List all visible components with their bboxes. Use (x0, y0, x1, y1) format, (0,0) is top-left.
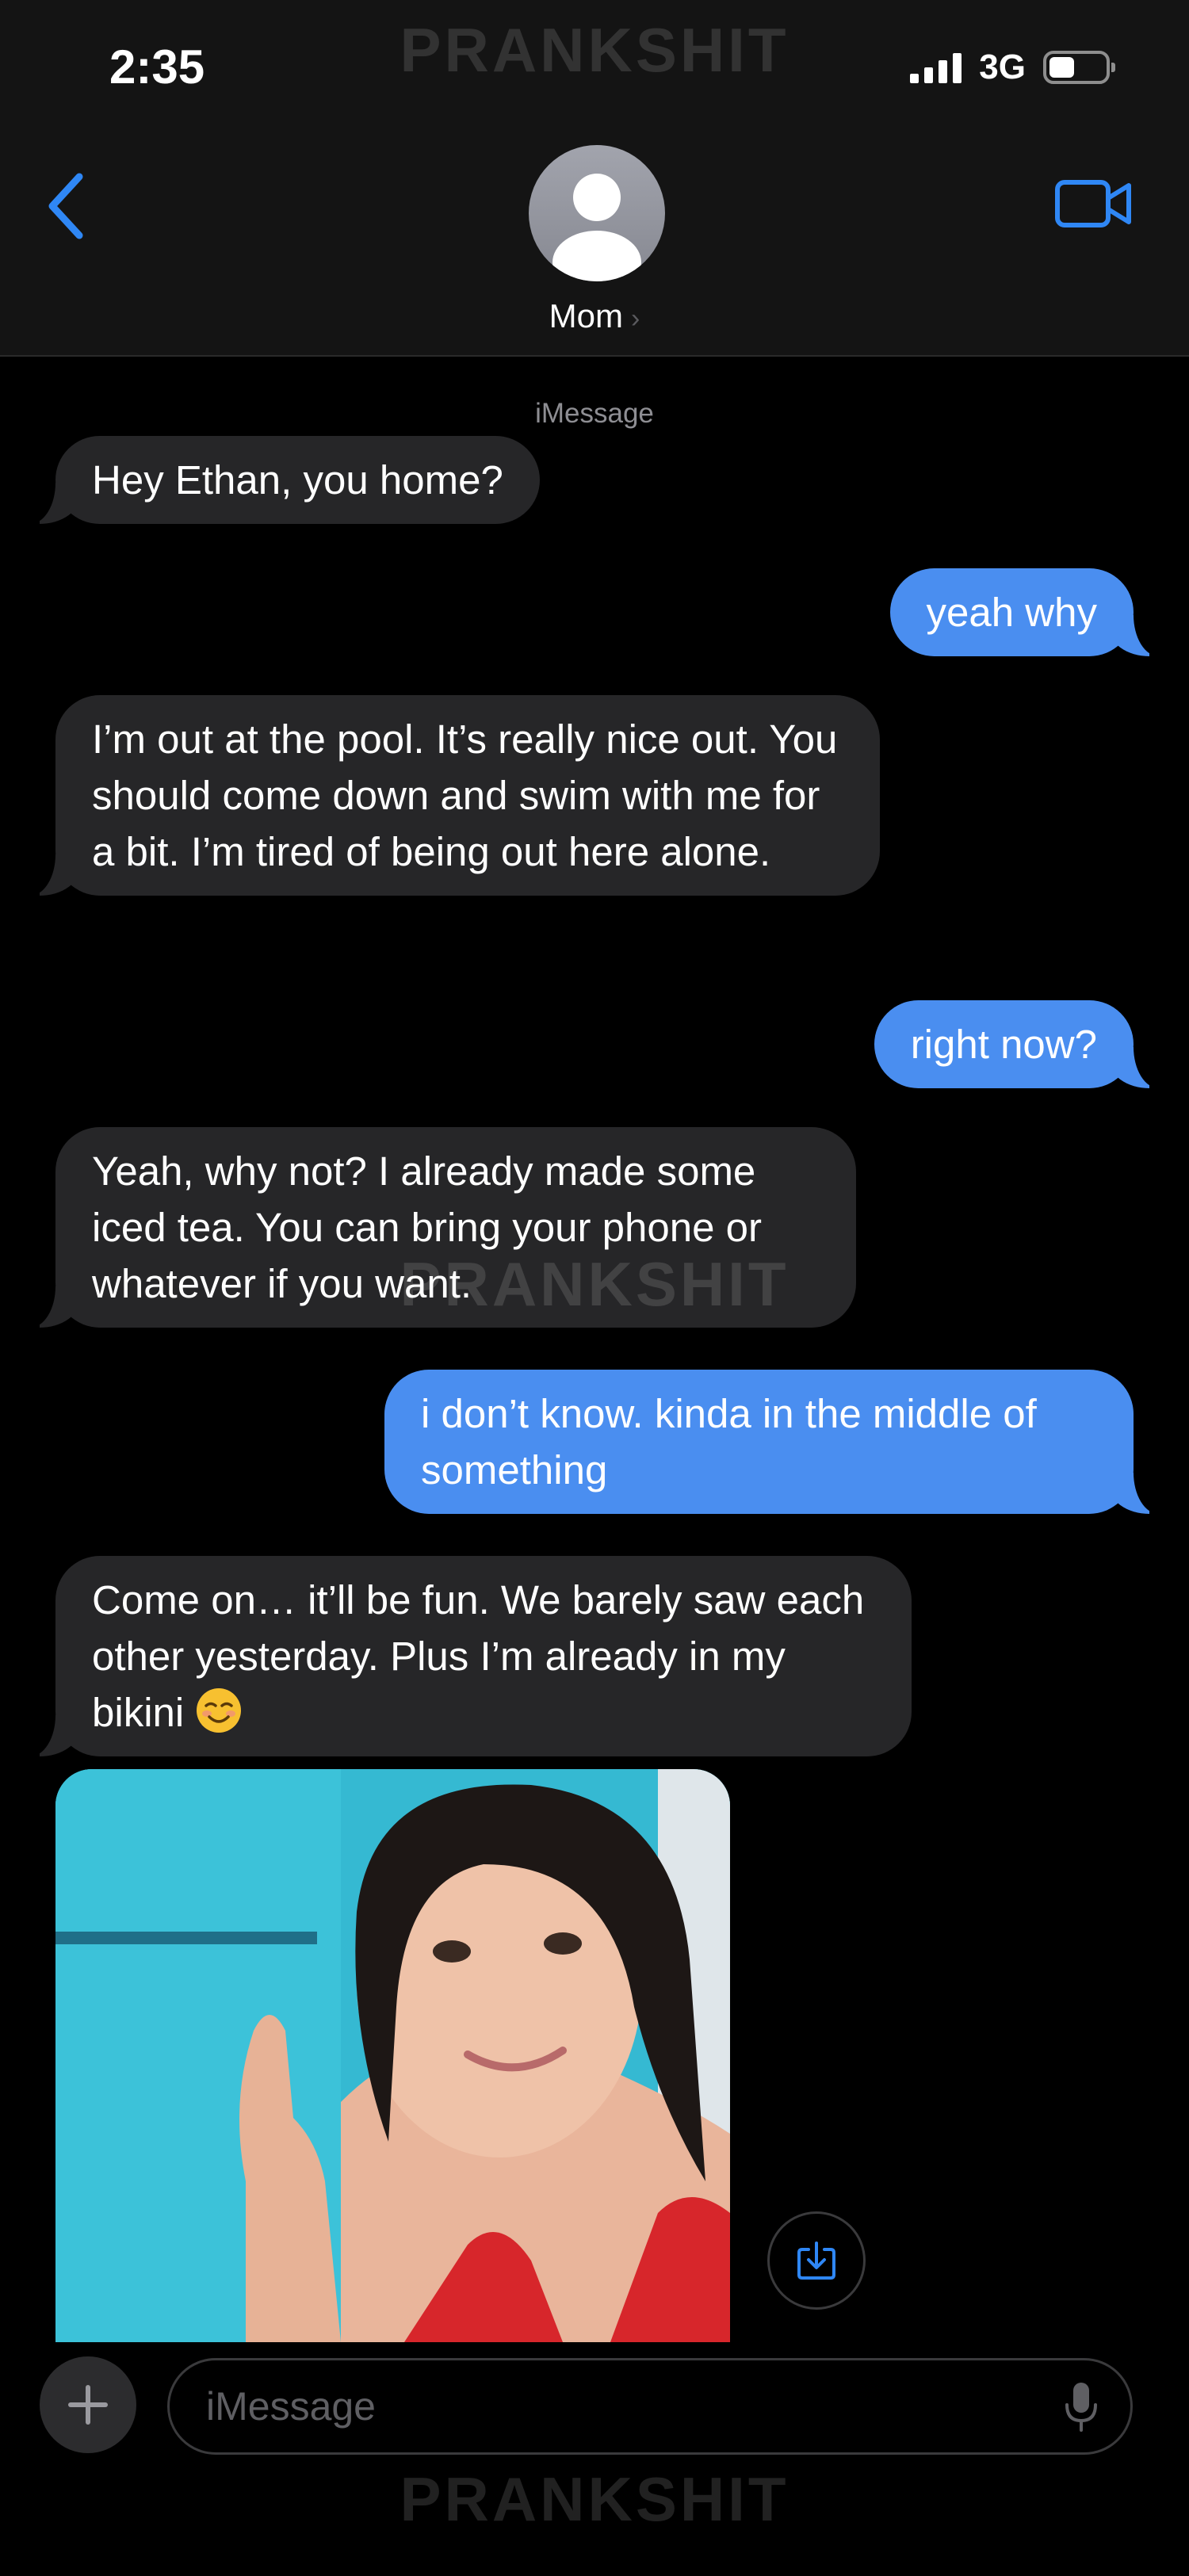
signal-icon (910, 52, 962, 83)
microphone-icon[interactable] (1064, 2381, 1099, 2433)
person-silhouette-icon (552, 174, 641, 281)
status-icons: 3G (910, 48, 1115, 87)
message-text: right now? (910, 1022, 1097, 1067)
battery-icon (1043, 51, 1115, 84)
download-icon (797, 2242, 835, 2280)
download-button[interactable] (767, 2211, 866, 2310)
compose-bar (0, 2342, 1189, 2576)
message-bubble-outgoing[interactable]: right now? (874, 1000, 1160, 1088)
contact-name: Mom (549, 297, 623, 334)
contact-avatar[interactable] (529, 145, 665, 281)
status-time: 2:35 (109, 40, 205, 94)
add-attachment-button[interactable] (40, 2356, 136, 2453)
message-text: Hey Ethan, you home? (92, 457, 503, 503)
message-input[interactable] (206, 2360, 999, 2452)
message-text: i don’t know. kinda in the middle of som… (421, 1391, 1037, 1492)
battery-level (1049, 57, 1075, 78)
message-bubble-incoming[interactable]: Yeah, why not? I already made some iced … (30, 1127, 856, 1328)
photo-content (55, 1769, 730, 2342)
video-camera-icon[interactable] (1054, 176, 1134, 231)
network-type: 3G (979, 48, 1026, 86)
message-bubble-incoming[interactable]: Hey Ethan, you home? (30, 436, 540, 524)
message-text: I’m out at the pool. It’s really nice ou… (92, 717, 838, 874)
chevron-left-icon[interactable] (44, 170, 92, 242)
message-field[interactable] (167, 2358, 1133, 2455)
contact-name-button[interactable]: Mom › (0, 297, 1189, 335)
message-bubble-incoming[interactable]: Come on… it’ll be fun. We barely saw eac… (30, 1556, 912, 1756)
message-bubble-outgoing[interactable]: i don’t know. kinda in the middle of som… (384, 1370, 1159, 1514)
chevron-right-icon: › (631, 304, 640, 334)
plus-icon (68, 2385, 108, 2425)
service-label: iMessage (535, 398, 654, 429)
message-bubble-incoming[interactable]: I’m out at the pool. It’s really nice ou… (30, 695, 880, 896)
conversation-header: 2:35 3G Mom › (0, 0, 1189, 357)
message-text: Yeah, why not? I already made some iced … (92, 1148, 762, 1306)
pool-selfie-photo[interactable] (55, 1769, 730, 2342)
message-bubble-outgoing[interactable]: yeah why (889, 568, 1160, 656)
smiling-face-icon (197, 1688, 242, 1733)
message-text: yeah why (926, 590, 1097, 635)
